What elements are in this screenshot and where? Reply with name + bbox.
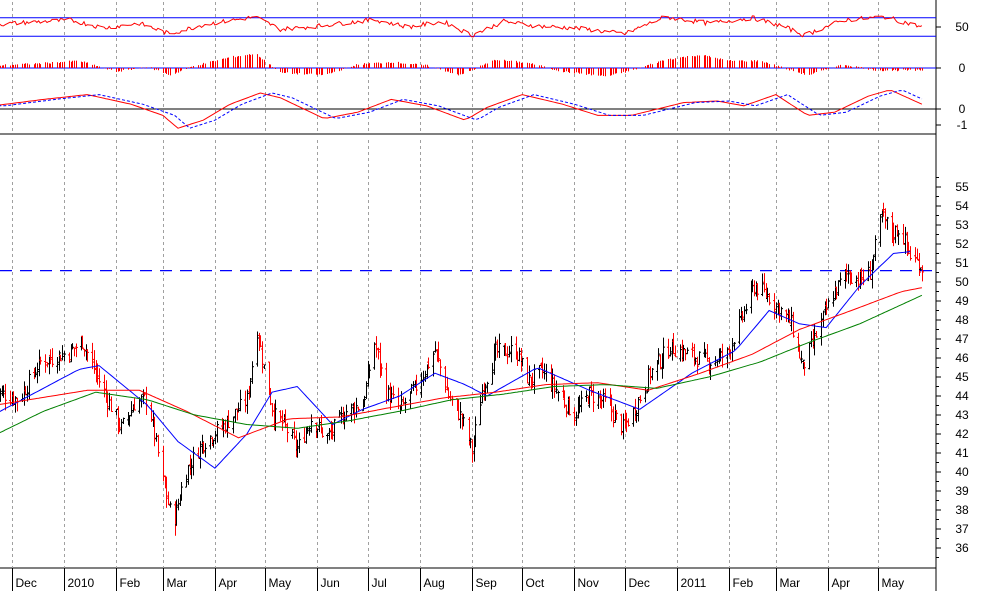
macd-tick-label: 0: [959, 102, 966, 116]
x-tick-label: Feb: [733, 576, 754, 590]
stock-chart: Dec 2010 Feb Mar Apr May Jun Jul Aug Sep Oct Nov Dec…: [0, 0, 986, 591]
y-tick-label: 45: [955, 370, 969, 384]
x-tick-label: Aug: [424, 576, 445, 590]
x-tick-label: Mar: [780, 576, 801, 590]
y-tick-label: 50: [955, 275, 969, 289]
y-tick-label: 40: [955, 465, 969, 479]
macd-tick-label: -1: [957, 118, 968, 132]
y-tick-label: 43: [955, 408, 969, 422]
chart-canvas: Dec 2010 Feb Mar Apr May Jun Jul Aug Sep Oct Nov Dec…: [0, 0, 986, 591]
y-tick-label: 55: [955, 180, 969, 194]
x-tick-label: 2010: [68, 576, 95, 590]
y-tick-label: 41: [955, 446, 969, 460]
y-tick-label: 44: [955, 389, 969, 403]
x-tick-label: May: [882, 576, 905, 590]
x-tick-label: Apr: [832, 576, 851, 590]
x-tick-label: Dec: [16, 576, 37, 590]
y-tick-label: 54: [955, 199, 969, 213]
x-tick-label: Jun: [321, 576, 340, 590]
y-tick-label: 47: [955, 332, 969, 346]
y-tick-label: 49: [955, 294, 969, 308]
x-tick-label: Oct: [526, 576, 545, 590]
oscillator-tick-label: 50: [955, 20, 969, 34]
y-tick-label: 42: [955, 427, 969, 441]
x-tick-label: May: [269, 576, 292, 590]
x-tick-label: Jul: [372, 576, 387, 590]
y-tick-label: 51: [955, 256, 969, 270]
x-tick-label: 2011: [681, 576, 707, 590]
x-tick-label: Nov: [578, 576, 599, 590]
y-tick-label: 39: [955, 484, 969, 498]
y-tick-label: 53: [955, 218, 969, 232]
y-tick-label: 48: [955, 313, 969, 327]
y-tick-label: 52: [955, 237, 969, 251]
y-tick-label: 36: [955, 541, 969, 555]
x-tick-label: Apr: [219, 576, 238, 590]
x-tick-label: Dec: [629, 576, 650, 590]
y-tick-label: 46: [955, 351, 969, 365]
x-tick-label: Sep: [476, 576, 498, 590]
y-tick-label: 37: [955, 522, 969, 536]
y-tick-label: 38: [955, 503, 969, 517]
x-tick-label: Feb: [120, 576, 141, 590]
histogram-tick-label: 0: [959, 61, 966, 75]
x-tick-label: Mar: [167, 576, 188, 590]
